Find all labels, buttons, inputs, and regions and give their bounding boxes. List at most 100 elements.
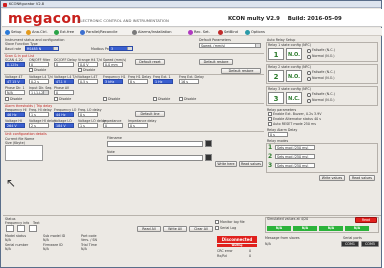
tab-ana-ctrl[interactable]: Ana.Ctrl. [26,29,48,35]
firmware-id-value: N/A [43,247,49,251]
mode-select[interactable]: Sets mod (250 ms) [275,154,315,159]
serial-log-checkbox[interactable] [215,226,219,230]
tab-options[interactable]: Options [245,29,265,35]
onoff-filter-input[interactable]: 0 [29,62,49,67]
freq-hi-delay-input[interactable]: 1 s [29,112,49,117]
radio-failsafe[interactable] [307,71,311,75]
phase-dir-input[interactable]: N/A [5,90,25,95]
disable-checkbox[interactable] [179,97,183,101]
disable-label: Disable [10,97,23,101]
modbus-select[interactable]: 3 [109,46,133,51]
voltage-hi-delay-input[interactable]: 2 s [29,123,49,128]
relay-delay-input[interactable]: 0 s [268,132,288,137]
auto-reset-checkbox[interactable] [268,122,272,126]
read-values-button[interactable]: Read values [239,161,263,167]
freq-ext-input[interactable]: 1 Hz [153,79,173,84]
monitor-log-checkbox[interactable] [215,220,219,224]
voltage-l4td-input[interactable]: 0.2 s [29,79,49,84]
radio-failsafe[interactable] [307,49,311,53]
vrange-input[interactable]: 0.0 V [78,62,98,67]
relay-title: Relay 2 state config (NFC) [268,65,312,69]
freq-lo-delay-input[interactable]: 0 s [78,112,98,117]
voltage-l4t-input[interactable]: 0.5 s [78,79,98,84]
disable-checkbox[interactable] [54,97,58,101]
tab-alarms[interactable]: Alarms/Installation [132,29,172,35]
write-here-button[interactable]: Write here [215,161,237,167]
relay-number: 3 [268,92,284,104]
tab-parallel[interactable]: Parallel/Reconcile [80,29,118,35]
voltage-lo-input[interactable]: 184 V [54,123,74,128]
defaults-select[interactable]: Speed. (mm/s) [199,43,261,48]
mode-number-2: 2 [268,153,273,160]
message-title: Message from slaves [265,236,300,240]
relay-panel: Auto Relay Setup Relay 1 state config (N… [265,37,381,215]
phase-av-input[interactable]: 0 [54,90,74,95]
disable-checkbox[interactable] [5,97,9,101]
save-icon[interactable] [17,225,25,232]
speed-input[interactable]: 0.0 mm [103,62,123,67]
freq-hi-input[interactable]: 46 Hz [5,112,25,117]
disable-label: Disable [158,97,171,101]
simulated-value: N/A [267,226,291,231]
disable-label: Disable [184,97,197,101]
radio-normal[interactable] [307,99,311,103]
radio-normal[interactable] [307,77,311,81]
relay-number: 1 [268,48,284,60]
baud-select[interactable]: RS485 N [25,46,59,51]
voltage-l4td2-input[interactable]: 4T.1 V [54,79,74,84]
default-line-button[interactable]: Default line [135,111,165,117]
default-reset-button[interactable]: Default reset [135,59,165,65]
input-dir-select[interactable]: 1 L1-L2 [29,90,49,95]
radio-normal[interactable] [307,55,311,59]
voltage-lo-delay-input[interactable]: 1 s [78,123,98,128]
freq-h1-delay-input[interactable]: 8 s [128,79,148,84]
save-icon[interactable] [205,154,212,161]
frequency-h1-input[interactable]: 3 kHz [103,79,123,84]
impedance-input[interactable]: 0 [103,123,123,128]
tab-ext-free[interactable]: Ext.free [54,29,74,35]
tab-setup[interactable]: Setup [5,29,21,35]
simulated-value: N/A [293,226,317,231]
folder-icon[interactable] [6,225,14,232]
disable-checkbox[interactable] [103,97,107,101]
sub-model-value: N/A [43,238,49,242]
write-values-button[interactable]: Write values [319,175,345,181]
dc-delay-input[interactable]: 0 [54,62,74,67]
disable-checkbox[interactable] [78,68,82,72]
mode-select[interactable]: Sets mod (250 ms) [275,163,315,168]
unit-info-box [5,145,43,161]
disable-checkbox[interactable] [29,68,33,72]
note-input[interactable] [107,155,203,161]
main-config-panel: Instrument status and configuration Slav… [3,37,265,215]
disable-checkbox[interactable] [153,97,157,101]
serial-port-button[interactable]: COM1 [341,241,359,247]
relay-title: Relay 3 state config (NFC) [268,87,312,91]
filename-input[interactable] [107,141,203,147]
voltage-4t-input[interactable]: 4T 15 V [5,79,25,84]
save-icon[interactable] [205,140,212,147]
freq-lo-input[interactable]: 44 Hz [54,112,74,117]
default-restore-button[interactable]: Default restore [199,59,233,65]
cursor-icon: ↖ [6,176,17,190]
buzzer-checkbox[interactable] [268,112,272,116]
search-icon[interactable] [29,225,37,232]
freq-ext-delay-input[interactable]: 16 s [179,79,199,84]
setup-icon [5,29,10,35]
mode-select[interactable]: Sets mod (250 ms) [275,145,315,150]
serial-port-button[interactable]: COM5 [361,241,379,247]
write-all-button[interactable]: Write All [163,226,187,232]
clear-all-button[interactable]: Clear All [189,226,213,232]
read-all-button[interactable]: Read All [137,226,161,232]
divider [4,53,264,54]
tab-rec-set[interactable]: Rec. Set. [188,29,210,35]
alternator-checkbox[interactable] [268,117,272,121]
header: megacon ELECTRONIC CONTROL AND INSTRUMEN… [2,9,382,27]
voltage-hi-input[interactable]: 264 V [5,123,25,128]
read-values-button[interactable]: Read values [349,175,375,181]
impedance-delay-input[interactable]: 0 s [128,123,148,128]
radio-failsafe[interactable] [307,93,311,97]
relay-number: 2 [268,70,284,82]
read-button[interactable]: Read [355,217,377,223]
tab-setbind[interactable]: SetBind [218,29,238,35]
scan-input[interactable]: 0.125s [5,62,25,67]
